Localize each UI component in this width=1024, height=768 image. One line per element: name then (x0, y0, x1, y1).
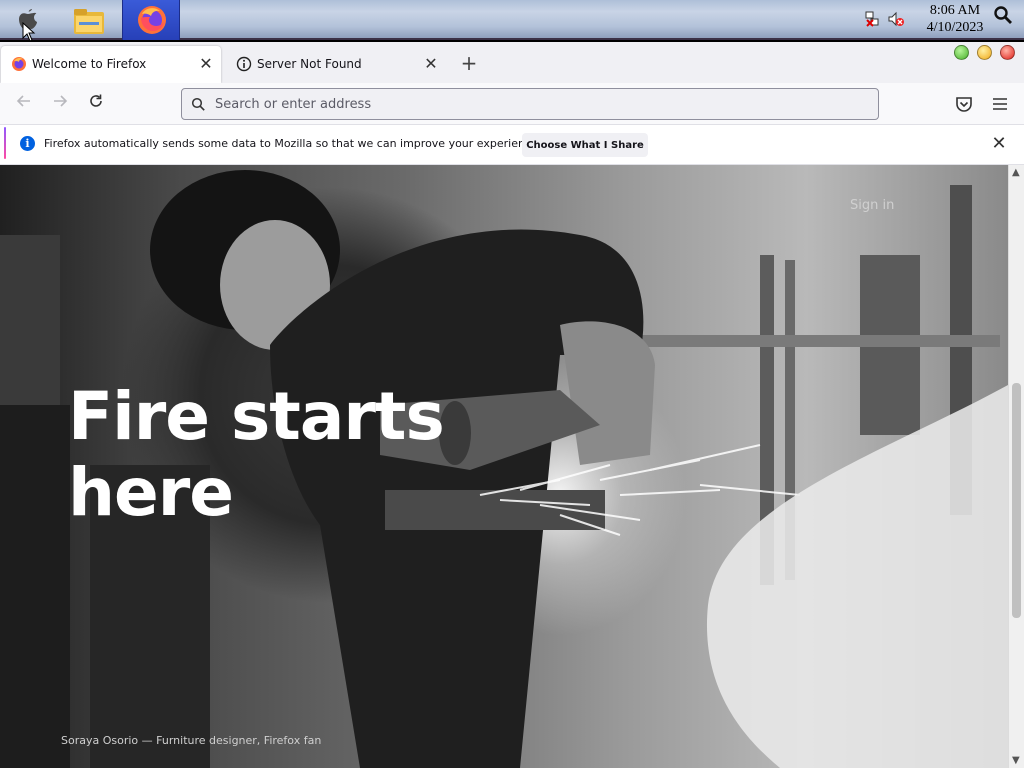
notification-accent (4, 127, 6, 159)
scroll-down-arrow-icon[interactable]: ▼ (1012, 755, 1020, 766)
tab-title: Server Not Found (257, 57, 362, 71)
back-button[interactable] (13, 93, 35, 115)
tab-server-not-found[interactable]: Server Not Found ✕ (226, 46, 446, 83)
reload-icon (90, 94, 102, 107)
sign-in-link[interactable]: Sign in (850, 198, 894, 213)
scroll-up-arrow-icon[interactable]: ▲ (1012, 167, 1020, 178)
close-notification-button[interactable]: ✕ (990, 135, 1008, 153)
firefox-icon (12, 57, 26, 71)
tab-welcome-to-firefox[interactable]: Welcome to Firefox ✕ (1, 46, 221, 83)
firefox-welcome-page: Sign in Fire starts here Soraya Osorio —… (0, 165, 1008, 768)
headline-line: Fire starts (68, 378, 445, 455)
clock-time[interactable]: 8:06 AM (920, 3, 990, 19)
address-bar[interactable] (181, 88, 879, 120)
close-tab-button[interactable]: ✕ (197, 55, 215, 73)
firefox-icon (138, 6, 166, 34)
tab-strip: Welcome to Firefox ✕ Server Not Found ✕ … (0, 42, 1024, 83)
minimize-window-button[interactable] (954, 45, 969, 60)
reload-button[interactable] (85, 93, 107, 115)
tab-title: Welcome to Firefox (32, 57, 147, 71)
system-taskbar: 8:06 AM 4/10/2023 (0, 0, 1024, 40)
clock-date[interactable]: 4/10/2023 (920, 20, 990, 36)
taskbar-firefox-button[interactable] (122, 0, 180, 40)
hamburger-menu-icon[interactable] (991, 95, 1009, 113)
volume-muted-icon[interactable] (887, 11, 905, 27)
search-input[interactable] (215, 93, 855, 115)
arrow-right-icon (54, 95, 68, 107)
headline-line: here (68, 454, 234, 531)
forward-button[interactable] (49, 93, 71, 115)
maximize-window-button[interactable] (977, 45, 992, 60)
arrow-left-icon (16, 95, 30, 107)
data-collection-notification: i Firefox automatically sends some data … (0, 125, 1024, 165)
scroll-thumb[interactable] (1012, 383, 1021, 618)
photo-credit: Soraya Osorio — Furniture designer, Fire… (61, 734, 322, 747)
info-icon: i (20, 136, 35, 151)
notification-text: Firefox automatically sends some data to… (44, 137, 542, 150)
search-icon[interactable] (993, 5, 1013, 25)
navigation-toolbar (0, 83, 1024, 125)
new-tab-button[interactable]: + (458, 53, 480, 75)
mouse-pointer-icon (22, 22, 36, 42)
close-tab-button[interactable]: ✕ (422, 55, 440, 73)
info-icon (236, 56, 252, 72)
hero-headline: Fire starts here (68, 378, 445, 531)
pocket-icon[interactable] (955, 95, 973, 113)
page-scrollbar[interactable]: ▲ ▼ (1008, 165, 1024, 768)
search-icon (191, 97, 205, 111)
network-disconnected-icon[interactable] (864, 11, 880, 27)
close-window-button[interactable] (1000, 45, 1015, 60)
file-manager-icon[interactable] (72, 6, 106, 36)
choose-what-i-share-button[interactable]: Choose What I Share (522, 133, 648, 157)
